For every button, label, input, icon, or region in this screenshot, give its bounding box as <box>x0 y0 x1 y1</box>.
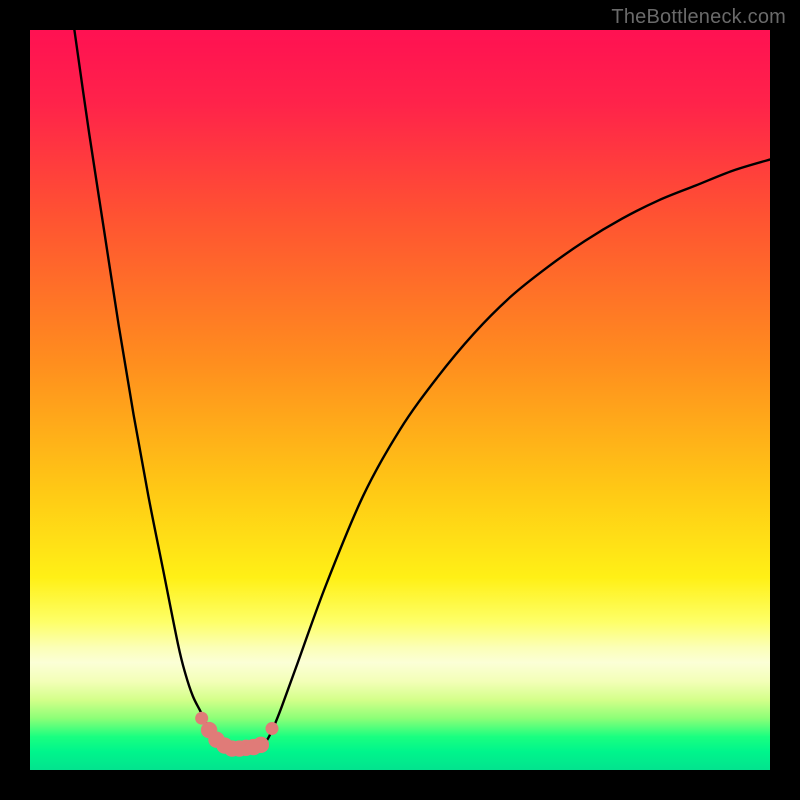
curve-left-branch <box>74 30 229 748</box>
watermark-text: TheBottleneck.com <box>611 6 786 29</box>
curve-layer <box>30 30 770 770</box>
curve-right-branch <box>259 160 770 747</box>
chart-frame: TheBottleneck.com <box>0 0 800 800</box>
highlight-markers <box>195 712 278 757</box>
plot-area <box>30 30 770 770</box>
marker-dot <box>265 722 278 735</box>
marker-dot <box>253 737 269 753</box>
